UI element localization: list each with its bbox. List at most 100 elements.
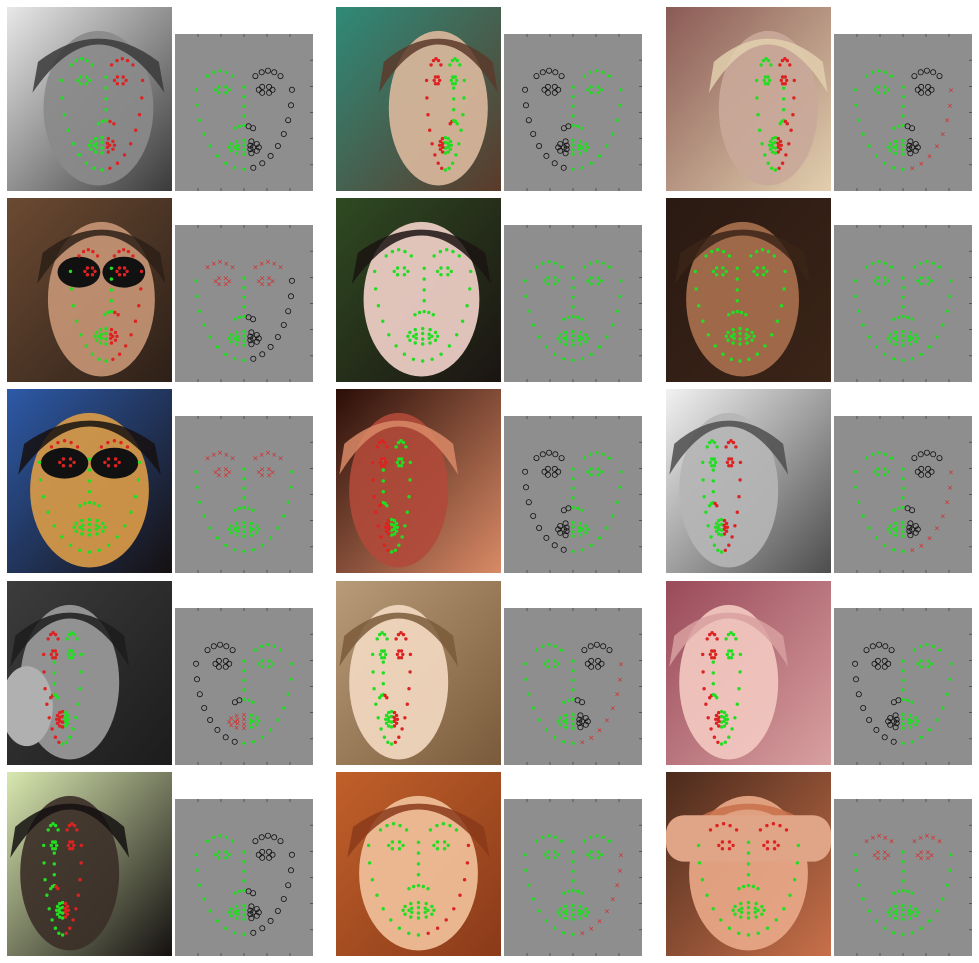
plot-marker-visible <box>886 279 890 283</box>
plot-marker-self-occluded <box>217 641 224 648</box>
landmark-visible <box>52 851 56 855</box>
plot-marker-visible <box>894 521 898 525</box>
plot-marker-visible <box>872 279 877 283</box>
plot-marker-visible <box>198 309 202 313</box>
landmark-occluded <box>106 150 111 154</box>
landmark-visible <box>721 249 726 254</box>
plot-marker-visible <box>233 548 237 552</box>
landmark-visible <box>738 326 742 331</box>
plot-marker-visible <box>242 659 246 663</box>
landmark-visible <box>453 75 457 79</box>
landmark-visible <box>92 166 96 170</box>
plot-marker-visible <box>926 665 930 669</box>
landmark-visible <box>400 535 404 539</box>
landmark-visible <box>430 912 434 916</box>
landmark-occluded <box>384 460 388 465</box>
plot-marker-self-occluded <box>918 465 925 472</box>
landmark-visible <box>746 840 751 844</box>
landmark-occluded <box>784 828 789 832</box>
landmark-visible <box>94 136 98 141</box>
landmark-visible <box>397 543 401 547</box>
plot-marker-visible <box>876 85 880 89</box>
landmark-occluded <box>53 632 58 637</box>
landmark-occluded <box>776 136 780 141</box>
plot-marker-self-occluded <box>207 717 214 724</box>
plot-marker-visible <box>260 543 264 547</box>
plot-marker-self-occluded <box>222 663 229 670</box>
landmark-occluded <box>730 535 734 539</box>
landmark-visible <box>104 359 108 363</box>
plot-marker-visible <box>556 910 560 914</box>
plot-marker-self-occluded <box>288 86 295 93</box>
plot-marker-occluded: × <box>235 716 241 724</box>
landmark-visible <box>407 495 411 499</box>
plot-marker-occluded: × <box>278 455 284 463</box>
landmark-visible <box>402 352 407 356</box>
plot-marker-visible <box>618 485 622 489</box>
plot-marker-visible <box>195 485 199 489</box>
plot-marker-visible <box>615 309 619 313</box>
plot-marker-visible <box>867 526 871 530</box>
landmark-visible <box>746 905 751 910</box>
landmark-visible <box>760 904 764 909</box>
plot-marker-visible <box>937 265 942 269</box>
plot-marker-visible <box>937 648 942 652</box>
plot-marker-visible <box>571 888 575 893</box>
landmark-visible <box>783 269 787 274</box>
plot-marker-visible <box>874 154 878 158</box>
plot-marker-visible <box>914 340 918 344</box>
plot-marker-visible <box>910 317 914 321</box>
plot-marker-self-occluded <box>288 102 295 109</box>
landmark-visible <box>389 517 394 522</box>
plot-marker-visible <box>584 531 588 535</box>
landmark-visible <box>765 269 769 274</box>
plot-marker-visible <box>582 74 586 78</box>
landmark-visible <box>782 86 786 90</box>
plot-marker-visible <box>883 473 887 477</box>
plot-marker-self-occluded <box>860 705 867 712</box>
plot-marker-visible <box>935 718 939 722</box>
landmark-plot-young-man-profile-with-earbud <box>504 34 642 191</box>
plot-marker-visible <box>242 888 246 893</box>
plot-marker-visible <box>215 919 219 923</box>
landmark-occluded <box>716 740 720 744</box>
plot-marker-visible <box>276 718 280 722</box>
plot-marker-occluded: × <box>597 726 603 734</box>
landmark-occluded <box>85 273 90 277</box>
plot-marker-visible <box>577 909 581 913</box>
plot-marker-self-occluded <box>277 838 284 845</box>
plot-marker-visible <box>237 315 241 319</box>
plot-marker-visible <box>896 889 900 893</box>
landmark-visible <box>745 341 749 345</box>
landmark-occluded <box>124 344 128 348</box>
landmark-occluded <box>93 269 97 274</box>
landmark-occluded <box>68 926 72 930</box>
plot-marker-visible <box>892 508 896 512</box>
landmark-visible <box>374 287 378 291</box>
landmark-occluded <box>75 445 80 449</box>
plot-marker-occluded: × <box>271 451 277 459</box>
landmark-visible <box>60 535 64 539</box>
plot-marker-self-occluded <box>259 925 266 932</box>
landmark-visible <box>455 333 459 337</box>
plot-marker-self-occluded <box>259 351 266 358</box>
plot-marker-visible <box>233 527 237 531</box>
plot-marker-visible <box>892 548 896 552</box>
landmark-visible <box>389 742 394 746</box>
plot-marker-visible <box>901 879 905 883</box>
plot-marker-visible <box>242 525 246 529</box>
plot-marker-self-occluded <box>271 69 278 76</box>
plot-marker-visible <box>553 856 557 860</box>
plot-marker-visible <box>886 470 890 474</box>
landmark-visible <box>58 915 62 919</box>
plot-marker-visible <box>910 740 914 744</box>
plot-marker-visible <box>901 908 905 912</box>
landmark-occluded <box>56 887 60 891</box>
landmark-occluded <box>717 724 721 728</box>
plot-marker-self-occluded <box>536 143 543 150</box>
plot-marker-visible <box>195 103 199 107</box>
plot-marker-visible <box>598 154 602 158</box>
landmark-visible <box>392 518 397 523</box>
landmark-visible <box>446 136 450 141</box>
plot-marker-visible <box>224 85 228 89</box>
